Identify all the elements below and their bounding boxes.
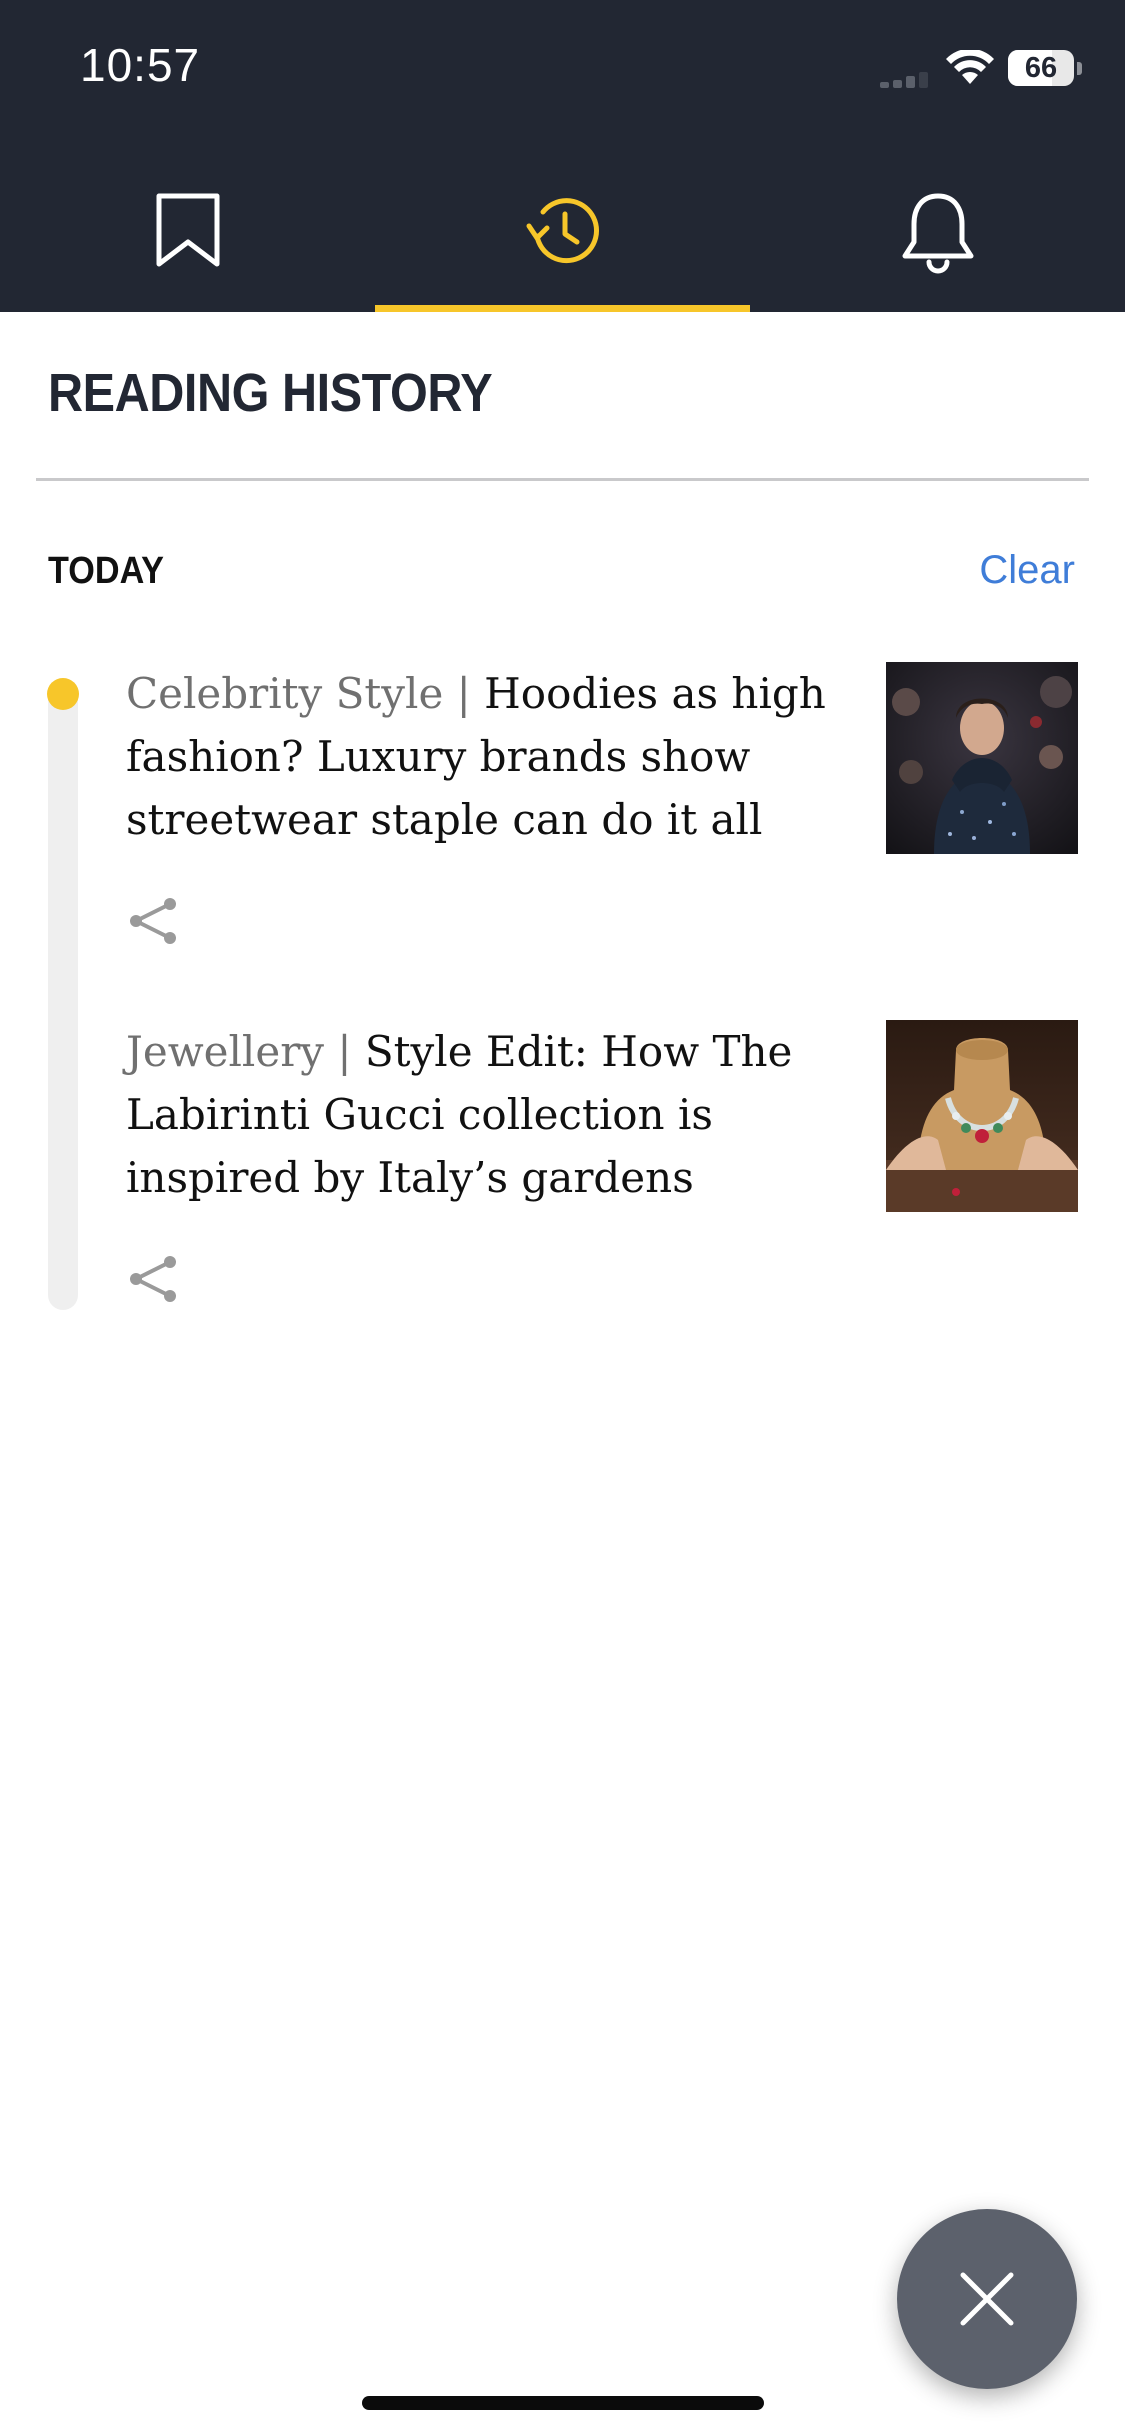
wifi-icon: [946, 50, 994, 84]
cellular-signal-icon: [880, 70, 940, 88]
tab-notifications[interactable]: [750, 190, 1125, 312]
close-fab-button[interactable]: [897, 2209, 1077, 2389]
close-icon: [960, 2272, 1014, 2326]
article-text[interactable]: Celebrity Style | Hoodies as high fashio…: [126, 662, 826, 851]
battery-cap: [1077, 62, 1082, 75]
share-icon[interactable]: [126, 894, 180, 948]
hoodie-photo: [886, 662, 1078, 854]
necklace-photo: [886, 1020, 1078, 1212]
timeline-dot: [47, 678, 79, 710]
article-separator: |: [337, 1027, 352, 1076]
article-thumbnail[interactable]: [886, 1020, 1078, 1212]
tab-history[interactable]: [375, 190, 750, 312]
tab-bookmarks[interactable]: [0, 190, 375, 312]
article-text[interactable]: Jewellery | Style Edit: How The Labirint…: [126, 1020, 826, 1209]
battery-percentage: 66: [1024, 52, 1058, 84]
timeline-track: [48, 680, 78, 1310]
section-title-today: TODAY: [48, 550, 164, 592]
battery-indicator: 66: [1008, 50, 1074, 86]
share-icon[interactable]: [126, 1252, 180, 1306]
active-tab-indicator: [375, 305, 750, 312]
title-divider: [36, 478, 1089, 481]
page-title: READING HISTORY: [48, 363, 493, 423]
home-indicator: [362, 2396, 764, 2410]
article-category: Celebrity Style: [126, 669, 444, 718]
bookmark-icon: [156, 193, 219, 267]
app-header: 10:57 66: [0, 0, 1125, 312]
article-category: Jewellery: [126, 1027, 325, 1076]
article-separator: |: [456, 669, 471, 718]
clear-history-button[interactable]: Clear: [979, 548, 1075, 593]
status-time: 10:57: [80, 39, 201, 91]
article-thumbnail[interactable]: [886, 662, 1078, 854]
history-clock-icon: [526, 198, 599, 264]
bell-icon: [902, 193, 973, 274]
